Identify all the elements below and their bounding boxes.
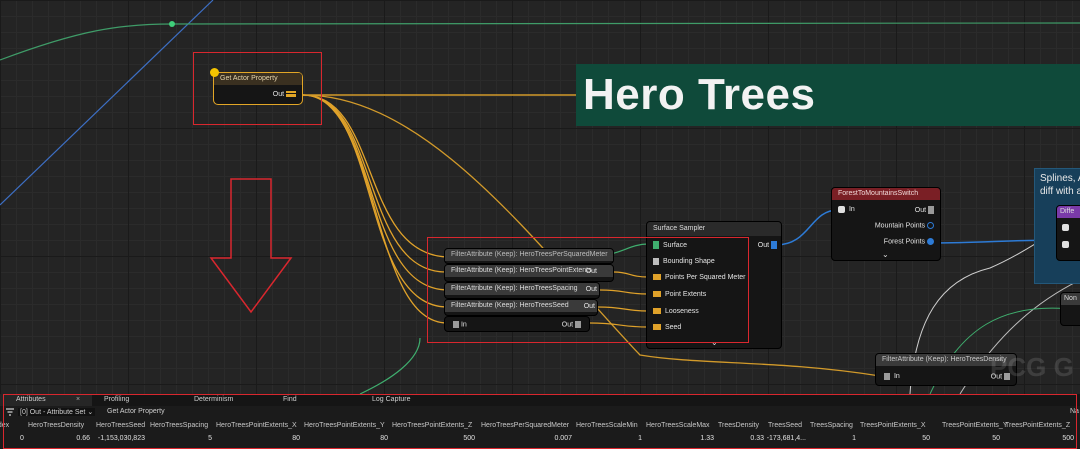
- pin-mountain-points[interactable]: Mountain Points: [875, 222, 934, 229]
- point-data-icon: [838, 206, 845, 213]
- highlight-filter-sampler: [427, 237, 749, 343]
- wire-green-top: [0, 22, 1080, 61]
- node-header: ForestToMountainsSwitch: [832, 188, 940, 200]
- pin-source-icon[interactable]: [1062, 224, 1069, 231]
- wire-blue-diagonal: [0, 0, 214, 206]
- comment-splines-text: Splines, As diff with a: [1040, 173, 1080, 197]
- highlight-attributes-panel: [3, 394, 1077, 449]
- pin-in[interactable]: In: [884, 373, 900, 380]
- point-pin-icon: [927, 238, 934, 245]
- pin-difference-icon[interactable]: [1062, 241, 1069, 248]
- node-header: Non: [1061, 293, 1080, 305]
- pin-out[interactable]: Out: [915, 206, 934, 214]
- node-none-partial[interactable]: Non: [1060, 292, 1080, 326]
- pin-forest-points[interactable]: Forest Points: [884, 238, 934, 245]
- wire-green-bottom: [359, 337, 421, 394]
- point-data-icon: [771, 241, 777, 249]
- point-pin-icon: [927, 222, 934, 229]
- pin-out[interactable]: Out: [758, 241, 777, 249]
- point-data-icon: [928, 206, 934, 214]
- pin-in[interactable]: In: [838, 206, 855, 213]
- node-forest-to-mountains-switch[interactable]: ForestToMountainsSwitch In Out Mountain …: [831, 187, 941, 261]
- node-header: Diffe: [1057, 206, 1080, 218]
- wire-knot: [169, 21, 175, 27]
- comment-title-hero-trees: Hero Trees: [583, 70, 816, 119]
- highlight-get-actor-property: [193, 52, 322, 125]
- node-difference[interactable]: Diffe: [1056, 205, 1080, 261]
- node-header: Surface Sampler: [647, 222, 781, 236]
- red-down-arrow: [209, 178, 293, 314]
- pcg-graph-canvas[interactable]: Hero Trees Splines, As diff with a Get A…: [0, 0, 1080, 394]
- point-data-icon: [884, 373, 890, 380]
- watermark-text: PCG G: [990, 352, 1074, 382]
- chevron-down-icon[interactable]: ⌄: [882, 250, 889, 259]
- wire-blue-sampler: [775, 209, 839, 246]
